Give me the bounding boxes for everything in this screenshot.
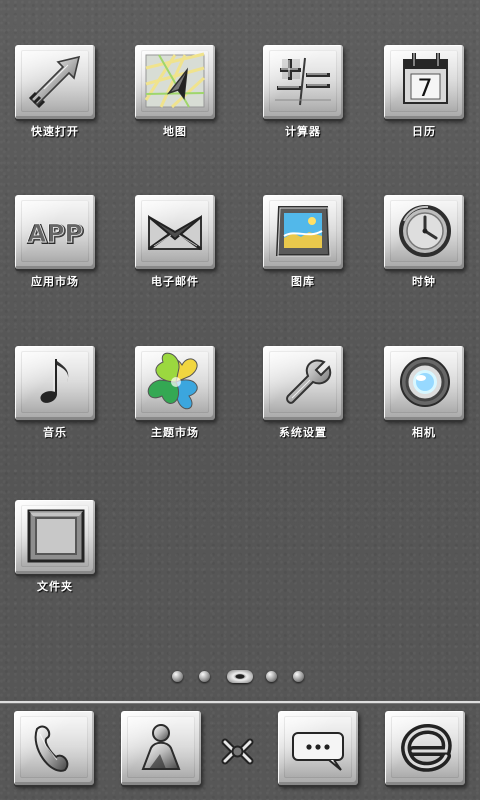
app-label: 电子邮件 bbox=[151, 275, 199, 288]
app-calendar[interactable]: 7 日历 bbox=[369, 45, 479, 155]
clock-tile[interactable] bbox=[384, 195, 464, 269]
arrow-icon bbox=[28, 55, 81, 109]
app-map[interactable]: 地图 bbox=[120, 45, 230, 155]
app-label: 主题市场 bbox=[151, 426, 199, 439]
map-icon bbox=[144, 52, 206, 109]
phone-tile[interactable] bbox=[14, 711, 94, 785]
gallery-tile[interactable] bbox=[263, 195, 343, 269]
app-store-icon: APP APP bbox=[27, 219, 85, 250]
page-dot[interactable] bbox=[293, 671, 304, 682]
contacts-tile[interactable] bbox=[121, 711, 201, 785]
messages-icon bbox=[292, 732, 344, 771]
page-dot[interactable] bbox=[172, 671, 183, 682]
app-store[interactable]: APP APP 应用市场 bbox=[0, 195, 110, 305]
dock-contacts-button[interactable] bbox=[121, 711, 201, 787]
app-label: 时钟 bbox=[412, 275, 436, 288]
app-label: 计算器 bbox=[285, 125, 321, 138]
gallery-icon bbox=[275, 206, 331, 257]
app-gallery[interactable]: 图库 bbox=[248, 195, 358, 305]
dock-messages-button[interactable] bbox=[278, 711, 358, 787]
music-icon bbox=[40, 359, 69, 403]
app-clock[interactable]: 时钟 bbox=[369, 195, 479, 305]
app-email[interactable]: 电子邮件 bbox=[120, 195, 230, 305]
contacts-icon bbox=[141, 724, 181, 770]
settings-icon bbox=[286, 359, 332, 404]
app-music[interactable]: 音乐 bbox=[0, 346, 110, 456]
page-dot-active[interactable] bbox=[227, 670, 253, 683]
app-label: 系统设置 bbox=[279, 426, 327, 439]
browser-icon bbox=[401, 724, 452, 772]
app-label: 地图 bbox=[163, 125, 187, 138]
app-folder[interactable]: 文件夹 bbox=[0, 500, 110, 610]
page-dot[interactable] bbox=[266, 671, 277, 682]
app-label: 文件夹 bbox=[37, 580, 73, 593]
messages-tile[interactable] bbox=[278, 711, 358, 785]
dock-browser-button[interactable] bbox=[385, 711, 465, 787]
app-label: 音乐 bbox=[43, 426, 67, 439]
map-tile[interactable] bbox=[135, 45, 215, 119]
page-indicator bbox=[172, 668, 308, 688]
app-store-text-highlight: APP bbox=[27, 219, 83, 248]
settings-tile[interactable] bbox=[263, 346, 343, 420]
app-label: 日历 bbox=[412, 125, 436, 138]
folder-tile[interactable] bbox=[15, 500, 95, 574]
app-label: 相机 bbox=[412, 426, 436, 439]
theme-market-icon bbox=[147, 352, 198, 410]
app-store-tile[interactable]: APP APP bbox=[15, 195, 95, 269]
camera-tile[interactable] bbox=[384, 346, 464, 420]
calendar-day-number: 7 bbox=[417, 74, 432, 102]
browser-tile[interactable] bbox=[385, 711, 465, 785]
app-calculator[interactable]: 计算器 bbox=[248, 45, 358, 155]
app-label: 快速打开 bbox=[31, 125, 79, 138]
folder-icon bbox=[27, 509, 85, 563]
mail-icon bbox=[148, 214, 202, 251]
dock-divider bbox=[0, 701, 480, 703]
app-label: 应用市场 bbox=[31, 275, 79, 288]
theme-market-tile[interactable] bbox=[135, 346, 215, 420]
page-dot[interactable] bbox=[199, 671, 210, 682]
dock-phone-button[interactable] bbox=[14, 711, 94, 787]
app-settings[interactable]: 系统设置 bbox=[248, 346, 358, 456]
quick-open-tile[interactable] bbox=[15, 45, 95, 119]
app-label: 图库 bbox=[291, 275, 315, 288]
app-drawer-icon[interactable] bbox=[215, 729, 260, 774]
clock-icon bbox=[399, 205, 451, 257]
email-tile[interactable] bbox=[135, 195, 215, 269]
calendar-icon: 7 bbox=[403, 53, 448, 104]
app-quick-open[interactable]: 快速打开 bbox=[0, 45, 110, 155]
camera-icon bbox=[400, 357, 450, 407]
phone-icon bbox=[34, 725, 69, 772]
calculator-tile[interactable] bbox=[263, 45, 343, 119]
app-theme-market[interactable]: 主题市场 bbox=[120, 346, 230, 456]
calendar-tile[interactable]: 7 bbox=[384, 45, 464, 119]
music-tile[interactable] bbox=[15, 346, 95, 420]
app-camera[interactable]: 相机 bbox=[369, 346, 479, 456]
calculator-icon bbox=[275, 57, 331, 106]
